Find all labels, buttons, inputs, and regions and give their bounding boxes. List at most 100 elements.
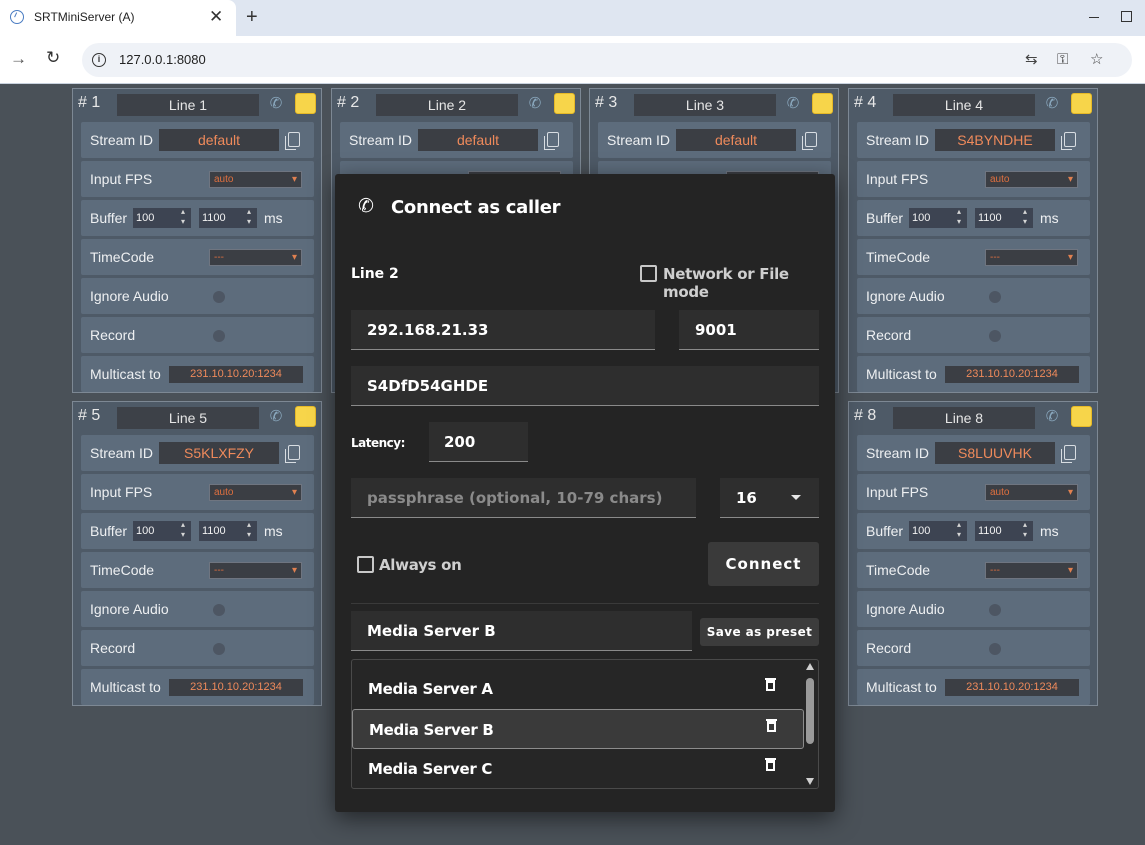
stream-id-value[interactable]: S5KLXFZY — [159, 442, 279, 464]
ignore-audio-toggle[interactable] — [989, 291, 1001, 303]
note-icon[interactable] — [295, 406, 316, 427]
multicast-address[interactable]: 231.10.10.20:1234 — [169, 366, 303, 383]
copy-icon[interactable] — [1061, 132, 1076, 150]
password-key-icon[interactable]: ⚿ — [1057, 51, 1068, 69]
new-tab-button[interactable]: + — [246, 5, 258, 29]
copy-icon[interactable] — [285, 132, 300, 150]
buffer-max-input[interactable]: 1100 — [975, 207, 1033, 228]
always-on-checkbox[interactable] — [357, 556, 374, 573]
tab-close-icon[interactable]: ✕ — [209, 7, 223, 27]
save-preset-button[interactable]: Save as preset — [700, 618, 819, 646]
line-name-field[interactable]: Line 2 — [376, 94, 518, 116]
note-icon[interactable] — [554, 93, 575, 114]
stream-id-value[interactable]: default — [676, 129, 796, 151]
preset-name-input[interactable]: Media Server B — [351, 611, 692, 651]
phone-outgoing-icon[interactable]: ✆ — [266, 94, 286, 114]
buffer-max-input[interactable]: 1100 — [975, 520, 1033, 541]
copy-icon[interactable] — [285, 445, 300, 463]
forward-icon[interactable]: → — [10, 49, 27, 69]
url-text[interactable]: 127.0.0.1:8080 — [119, 52, 206, 67]
reload-icon[interactable]: ↻ — [46, 48, 60, 68]
omnibox[interactable]: i 127.0.0.1:8080 ⇆ ⚿ ☆ — [82, 43, 1132, 77]
stream-id-value[interactable]: S8LUUVHK — [935, 442, 1055, 464]
record-toggle[interactable] — [213, 643, 225, 655]
record-toggle[interactable] — [989, 330, 1001, 342]
port-input[interactable]: 9001 — [679, 310, 819, 350]
phone-outgoing-icon[interactable]: ✆ — [525, 94, 545, 114]
panel-header: # 3 Line 3 ✆ — [590, 89, 838, 119]
site-info-icon[interactable]: i — [92, 53, 106, 67]
copy-icon[interactable] — [544, 132, 559, 150]
buffer-max-input[interactable]: 1100 — [199, 207, 257, 228]
buffer-min-input[interactable]: 100 — [133, 520, 191, 541]
latency-input[interactable]: 200 — [429, 422, 528, 462]
trash-icon[interactable] — [766, 719, 777, 732]
phone-outgoing-icon[interactable]: ✆ — [1042, 407, 1062, 427]
input-fps-select[interactable]: auto — [209, 484, 302, 501]
timecode-select[interactable]: --- — [209, 249, 302, 266]
stream-id-value[interactable]: default — [418, 129, 538, 151]
input-fps-select[interactable]: auto — [209, 171, 302, 188]
multicast-address[interactable]: 231.10.10.20:1234 — [169, 679, 303, 696]
copy-icon[interactable] — [1061, 445, 1076, 463]
preset-item[interactable]: Media Server C — [352, 749, 804, 788]
ignore-audio-toggle[interactable] — [213, 604, 225, 616]
ignore-audio-toggle[interactable] — [989, 604, 1001, 616]
scroll-down-icon[interactable] — [806, 778, 814, 785]
copy-icon[interactable] — [802, 132, 817, 150]
browser-tab-bar: SRTMiniServer (A) ✕ + — [0, 0, 1145, 36]
line-name-field[interactable]: Line 3 — [634, 94, 776, 116]
phone-outgoing-icon[interactable]: ✆ — [266, 407, 286, 427]
note-icon[interactable] — [812, 93, 833, 114]
line-name-field[interactable]: Line 1 — [117, 94, 259, 116]
input-fps-select[interactable]: auto — [985, 484, 1078, 501]
line-number: # 3 — [595, 94, 618, 111]
ip-address-input[interactable]: 292.168.21.33 — [351, 310, 655, 350]
timecode-select[interactable]: --- — [985, 249, 1078, 266]
buffer-min-input[interactable]: 100 — [909, 207, 967, 228]
connect-button[interactable]: Connect — [708, 542, 819, 586]
browser-tab[interactable]: SRTMiniServer (A) ✕ — [0, 0, 236, 36]
note-icon[interactable] — [1071, 93, 1092, 114]
phone-outgoing-icon[interactable]: ✆ — [1042, 94, 1062, 114]
multicast-address[interactable]: 231.10.10.20:1234 — [945, 366, 1079, 383]
line-name-field[interactable]: Line 8 — [893, 407, 1035, 429]
note-icon[interactable] — [1071, 406, 1092, 427]
line-name-field[interactable]: Line 5 — [117, 407, 259, 429]
translate-icon[interactable]: ⇆ — [1025, 51, 1038, 69]
network-mode-checkbox[interactable] — [640, 265, 657, 282]
scroll-up-icon[interactable] — [806, 663, 814, 670]
stream-id-input[interactable]: S4DfD54GHDE — [351, 366, 819, 406]
timecode-select[interactable]: --- — [985, 562, 1078, 579]
passphrase-input[interactable]: passphrase (optional, 10-79 chars) — [351, 478, 696, 518]
buffer-label: Buffer — [90, 210, 128, 226]
ignore-audio-toggle[interactable] — [213, 291, 225, 303]
record-toggle[interactable] — [213, 330, 225, 342]
stream-id-value[interactable]: default — [159, 129, 279, 151]
timecode-select[interactable]: --- — [209, 562, 302, 579]
trash-icon[interactable] — [765, 678, 776, 691]
input-fps-select[interactable]: auto — [985, 171, 1078, 188]
buffer-max-input[interactable]: 1100 — [199, 520, 257, 541]
input-fps-row: Input FPS auto — [81, 474, 314, 510]
maximize-icon[interactable] — [1121, 11, 1132, 22]
buffer-min-input[interactable]: 100 — [909, 520, 967, 541]
always-on-label[interactable]: Always on — [379, 556, 462, 574]
input-fps-row: Input FPS auto — [857, 161, 1090, 197]
phone-outgoing-icon[interactable]: ✆ — [783, 94, 803, 114]
buffer-min-input[interactable]: 100 — [133, 207, 191, 228]
stream-id-row: Stream ID S8LUUVHK — [857, 435, 1090, 471]
preset-item-selected[interactable]: Media Server B — [352, 709, 804, 749]
network-mode-label[interactable]: Network or File mode — [663, 265, 835, 301]
trash-icon[interactable] — [765, 758, 776, 771]
multicast-address[interactable]: 231.10.10.20:1234 — [945, 679, 1079, 696]
pbkeylen-select[interactable]: 16 — [720, 478, 819, 518]
minimize-icon[interactable] — [1089, 17, 1099, 18]
preset-item[interactable]: Media Server A — [352, 669, 804, 709]
note-icon[interactable] — [295, 93, 316, 114]
line-name-field[interactable]: Line 4 — [893, 94, 1035, 116]
record-toggle[interactable] — [989, 643, 1001, 655]
bookmark-star-icon[interactable]: ☆ — [1090, 51, 1103, 69]
scrollbar-thumb[interactable] — [806, 678, 814, 744]
stream-id-value[interactable]: S4BYNDHE — [935, 129, 1055, 151]
